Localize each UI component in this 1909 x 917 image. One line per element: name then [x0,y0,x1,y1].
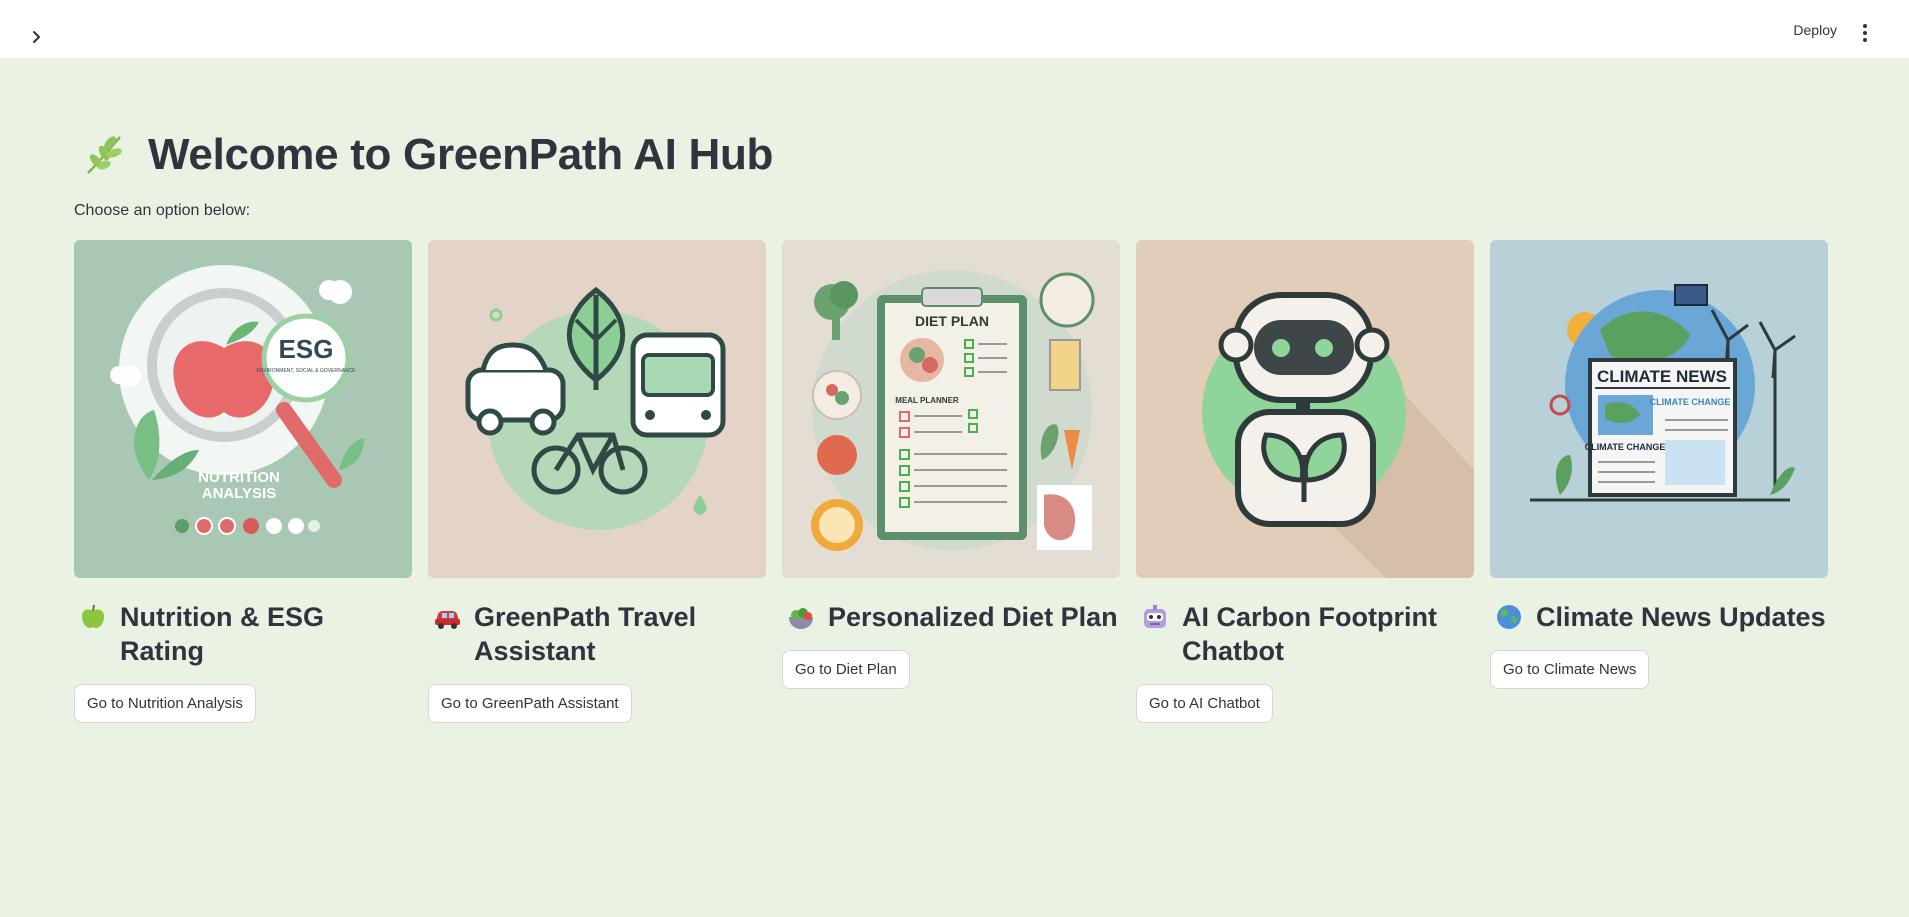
card-title-text: Climate News Updates [1536,602,1826,632]
app-header: Deploy [0,0,1909,58]
diet-plan-label: DIET PLAN [915,313,989,329]
travel-assistant-illustration [428,240,766,578]
go-to-nutrition-analysis-button[interactable]: Go to Nutrition Analysis [74,684,256,723]
page-title: Welcome to GreenPath AI Hub [148,130,774,179]
climate-change-headline: CLIMATE CHANGE [1650,397,1731,407]
chevron-right-icon[interactable] [26,26,48,48]
card-title-diet: Personalized Diet Plan [782,600,1120,634]
go-to-climate-news-button[interactable]: Go to Climate News [1490,650,1650,689]
nutrition-analysis-illustration: ESG ENVIRONMENT, SOCIAL & GOVERNANCE NUT… [74,240,412,578]
main-content: Welcome to GreenPath AI Hub Choose an op… [74,120,1828,723]
diet-plan-illustration: DIET PLAN MEAL PLANNER [782,240,1120,578]
robot-icon [1144,605,1166,628]
deploy-button[interactable]: Deploy [1793,22,1837,38]
go-to-diet-plan-button[interactable]: Go to Diet Plan [782,650,910,689]
card-diet: DIET PLAN MEAL PLANNER Personalized Diet… [782,240,1120,723]
card-title-text: AI Carbon Footprint Chatbot [1182,602,1437,666]
globe-icon [1497,605,1521,629]
ai-chatbot-illustration [1136,240,1474,578]
page-subtitle: Choose an option below: [74,202,251,219]
vertical-ellipsis-icon[interactable] [1855,20,1875,46]
car-icon [435,611,460,629]
card-chatbot: AI Carbon Footprint Chatbot Go to AI Cha… [1136,240,1474,723]
card-title-text: Personalized Diet Plan [828,602,1118,632]
go-to-greenpath-assistant-button[interactable]: Go to GreenPath Assistant [428,684,632,723]
climate-news-illustration: CLIMATE NEWS CLIMATE CHANGE CLIMATE CHAN… [1490,240,1828,578]
salad-bowl-icon [789,608,813,629]
title-row: Welcome to GreenPath AI Hub [74,120,1828,190]
card-title-climate-news: Climate News Updates [1490,600,1828,634]
card-title-text: Nutrition & ESG Rating [120,602,324,666]
herb-icon [87,136,122,174]
esg-sublabel: ENVIRONMENT, SOCIAL & GOVERNANCE [257,368,357,374]
analysis-label: ANALYSIS [202,485,276,502]
climate-change-caption: CLIMATE CHANGE [1585,442,1666,452]
nutrition-label: NUTRITION [198,469,280,486]
esg-label: ESG [279,334,334,364]
card-climate-news: CLIMATE NEWS CLIMATE CHANGE CLIMATE CHAN… [1490,240,1828,723]
climate-news-headline: CLIMATE NEWS [1597,367,1727,386]
meal-planner-label: MEAL PLANNER [895,396,959,405]
feature-cards: ESG ENVIRONMENT, SOCIAL & GOVERNANCE NUT… [74,240,1828,723]
go-to-ai-chatbot-button[interactable]: Go to AI Chatbot [1136,684,1273,723]
card-nutrition: ESG ENVIRONMENT, SOCIAL & GOVERNANCE NUT… [74,240,412,723]
green-apple-icon [81,604,105,628]
card-title-chatbot: AI Carbon Footprint Chatbot [1136,600,1474,668]
card-title-nutrition: Nutrition & ESG Rating [74,600,412,668]
card-travel: GreenPath Travel Assistant Go to GreenPa… [428,240,766,723]
card-title-travel: GreenPath Travel Assistant [428,600,766,668]
card-title-text: GreenPath Travel Assistant [474,602,697,666]
